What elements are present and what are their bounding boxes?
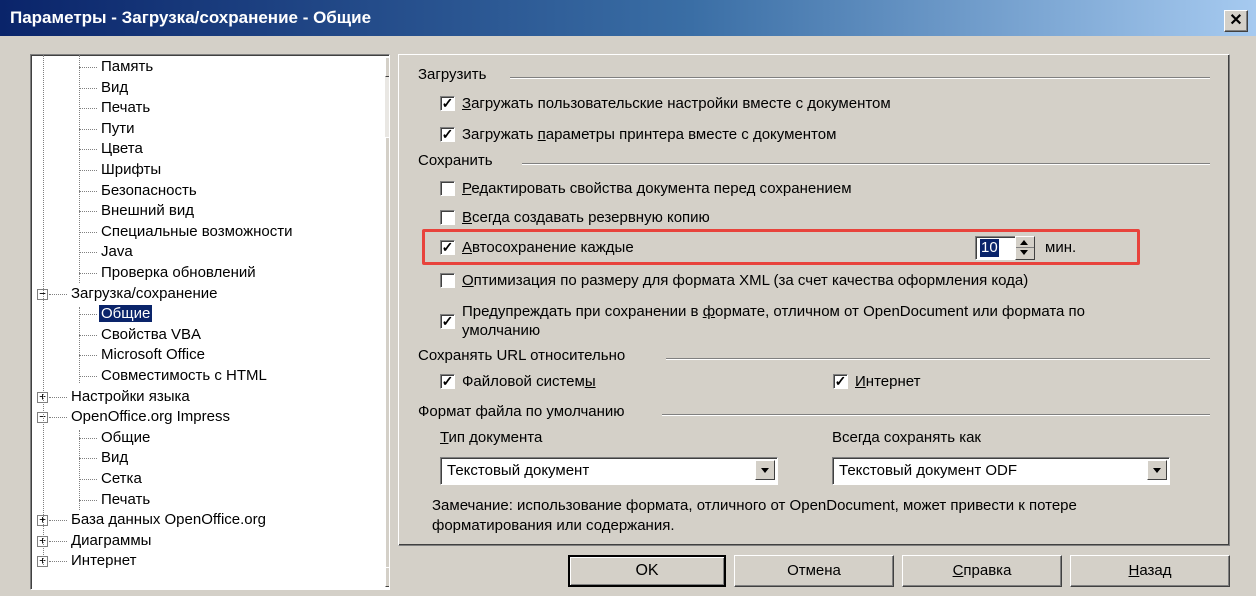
tree-item-label: Печать <box>101 99 151 117</box>
checkmark-icon[interactable]: ✓ <box>440 96 455 111</box>
tree-item-label: Внешний вид <box>101 202 194 220</box>
save-as-label: Всегда сохранять как <box>832 429 981 446</box>
cancel-button[interactable]: Отмена <box>734 555 894 587</box>
tree-scrollbar[interactable] <box>385 57 389 587</box>
tree-item-label: Интернет <box>71 552 137 570</box>
load-section-header: Загрузить <box>418 66 487 83</box>
tree-item[interactable]: Совместимость с HTML <box>79 366 269 386</box>
checkbox-box[interactable] <box>440 210 455 225</box>
tree-item[interactable]: Загрузка/сохранение <box>49 284 219 304</box>
tree-item-label: База данных OpenOffice.org <box>71 511 266 529</box>
tree-item-label: Диаграммы <box>71 531 152 549</box>
tree-item[interactable]: База данных OpenOffice.org <box>49 510 268 530</box>
tree-item-label: Цвета <box>101 140 143 158</box>
tree-item-label: Вид <box>101 78 129 96</box>
tree-item[interactable]: Вид <box>79 448 130 468</box>
tree-item-label: OpenOffice.org Impress <box>71 408 230 426</box>
scroll-down-button[interactable] <box>385 567 389 587</box>
autosave-minutes-value: 10 <box>980 239 999 257</box>
spin-up-icon[interactable] <box>1020 240 1028 245</box>
format-note: Замечание: использование формата, отличн… <box>432 497 1077 534</box>
tree-item[interactable]: Microsoft Office <box>79 345 207 365</box>
dropdown-arrow-icon[interactable] <box>1147 460 1167 480</box>
options-dialog: Параметры - Загрузка/сохранение - Общие … <box>0 0 1256 596</box>
tree-item-label: Сетка <box>101 470 142 487</box>
tree-item-label: Печать <box>101 490 151 508</box>
tree-item-label: Шрифты <box>101 161 162 178</box>
tree-item[interactable]: Java <box>79 242 135 262</box>
spin-down-icon[interactable] <box>1020 250 1028 255</box>
tree-item-label: Безопасность <box>101 181 197 199</box>
checkbox-box[interactable]: ✓ <box>440 314 455 329</box>
tree-item-label: Совместимость с HTML <box>101 367 267 384</box>
tree-item[interactable]: Интернет <box>49 551 138 571</box>
format-section-header: Формат файла по умолчанию <box>418 403 625 420</box>
tree-item[interactable]: Общие <box>79 428 152 448</box>
tree-item[interactable]: Общие <box>79 304 154 324</box>
divider <box>662 414 1210 416</box>
tree-guide-line <box>79 307 80 383</box>
doctype-select[interactable]: Текстовый документ <box>440 457 778 485</box>
tree-item[interactable]: Внешний вид <box>79 201 196 221</box>
help-button[interactable]: Справка <box>902 555 1062 587</box>
tree-item-label: Пути <box>101 119 135 137</box>
checkmark-icon[interactable]: ✓ <box>440 127 455 142</box>
tree-item[interactable]: Диаграммы <box>49 531 153 551</box>
options-tree[interactable]: Память Вид Печать Пути Цвета Шрифты Безопаснос… <box>30 54 390 590</box>
back-button[interactable]: Назад <box>1070 555 1230 587</box>
checkbox-box[interactable] <box>440 273 455 288</box>
tree-item-label: Microsoft Office <box>101 346 205 364</box>
tree-item-label: Загрузка/сохранение <box>71 284 218 302</box>
tree-item[interactable]: Сетка <box>79 469 144 489</box>
tree-guide-line <box>79 430 80 510</box>
tree-item[interactable]: Печать <box>79 490 152 510</box>
tree-item-label: Проверка обновлений <box>101 264 256 281</box>
divider <box>510 77 1210 79</box>
scroll-thumb[interactable] <box>385 137 389 569</box>
autosave-spin-buttons[interactable] <box>1015 236 1035 260</box>
tree-item[interactable]: Шрифты <box>79 160 163 180</box>
window-title: Параметры - Загрузка/сохранение - Общие <box>10 8 372 27</box>
tree-item[interactable]: Печать <box>79 98 152 118</box>
checkbox-box[interactable] <box>440 181 455 196</box>
autosave-unit-label: мин. <box>1045 239 1077 256</box>
tree-item-label: Java <box>101 243 133 261</box>
tree-item-label: Вид <box>101 449 129 467</box>
url-section-header: Сохранять URL относительно <box>418 347 626 364</box>
tree-item[interactable]: OpenOffice.org Impress <box>49 407 232 427</box>
doctype-label: Тип документа <box>440 429 543 446</box>
tree-item[interactable]: Свойства VBA <box>79 325 203 345</box>
ok-button[interactable]: OK <box>568 555 726 587</box>
tree-item[interactable]: Память <box>79 57 155 77</box>
tree-item[interactable]: Настройки языка <box>49 387 192 407</box>
checkmark-icon[interactable]: ✓ <box>440 240 455 255</box>
tree-item[interactable]: Проверка обновлений <box>79 263 258 283</box>
checkmark-icon[interactable]: ✓ <box>833 374 848 389</box>
tree-guide-line <box>43 55 44 567</box>
scroll-up-button[interactable] <box>385 57 389 77</box>
tree-item[interactable]: Специальные возможности <box>79 222 295 242</box>
close-button[interactable]: ✕ <box>1224 10 1248 32</box>
close-icon: ✕ <box>1229 12 1243 29</box>
checkmark-icon[interactable]: ✓ <box>440 374 455 389</box>
tree-item-label: Специальные возможности <box>101 222 293 240</box>
tree-guide-line <box>79 55 80 283</box>
divider <box>666 358 1210 360</box>
divider <box>522 163 1210 165</box>
tree-item-label: Настройки языка <box>71 387 190 405</box>
tree-item-label: Общие <box>101 428 151 446</box>
tree-item-label: Память <box>101 58 154 75</box>
title-bar[interactable]: Параметры - Загрузка/сохранение - Общие … <box>0 0 1256 36</box>
tree-item[interactable]: Цвета <box>79 139 145 159</box>
tree-item[interactable]: Вид <box>79 78 130 98</box>
tree-item-label: Свойства VBA <box>101 325 202 343</box>
autosave-minutes-input[interactable]: 10 <box>975 236 1017 260</box>
tree-item[interactable]: Пути <box>79 119 137 139</box>
tree-item[interactable]: Безопасность <box>79 181 199 201</box>
tree-item-label: Общие <box>97 304 154 324</box>
save-as-select[interactable]: Текстовый документ ODF <box>832 457 1170 485</box>
dropdown-arrow-icon[interactable] <box>755 460 775 480</box>
save-section-header: Сохранить <box>418 152 493 169</box>
